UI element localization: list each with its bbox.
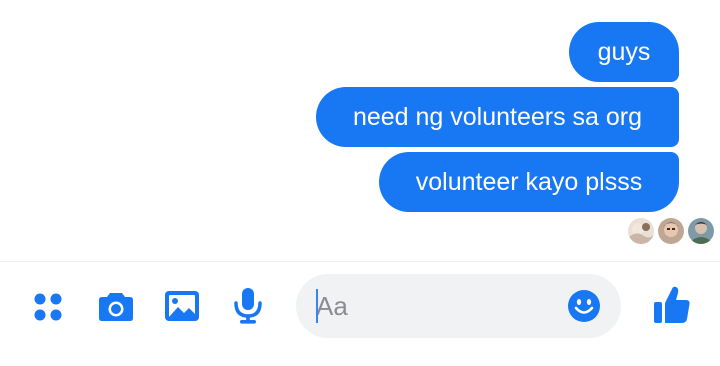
message-text: volunteer kayo plsss <box>415 167 643 196</box>
chat-screen: guys need ng volunteers sa org volunteer… <box>0 0 720 366</box>
message-composer[interactable] <box>296 274 621 338</box>
thumbs-up-icon[interactable] <box>652 284 692 326</box>
image-icon[interactable] <box>164 289 200 323</box>
camera-icon[interactable] <box>97 288 135 324</box>
message-text: guys <box>597 37 651 66</box>
seen-avatar <box>688 218 714 244</box>
composer-divider <box>0 261 720 262</box>
seen-receipts[interactable] <box>628 218 714 244</box>
seen-avatar <box>658 218 684 244</box>
message-input[interactable] <box>316 288 556 324</box>
microphone-icon[interactable] <box>232 286 264 326</box>
seen-avatar <box>628 218 654 244</box>
message-bubble[interactable]: guys <box>569 22 679 82</box>
message-bubble[interactable]: volunteer kayo plsss <box>379 152 679 212</box>
smiley-icon[interactable] <box>567 289 601 323</box>
text-cursor <box>316 289 318 323</box>
message-bubble[interactable]: need ng volunteers sa org <box>316 87 679 147</box>
dots-grid-icon[interactable] <box>30 289 66 325</box>
message-text: need ng volunteers sa org <box>352 102 643 131</box>
